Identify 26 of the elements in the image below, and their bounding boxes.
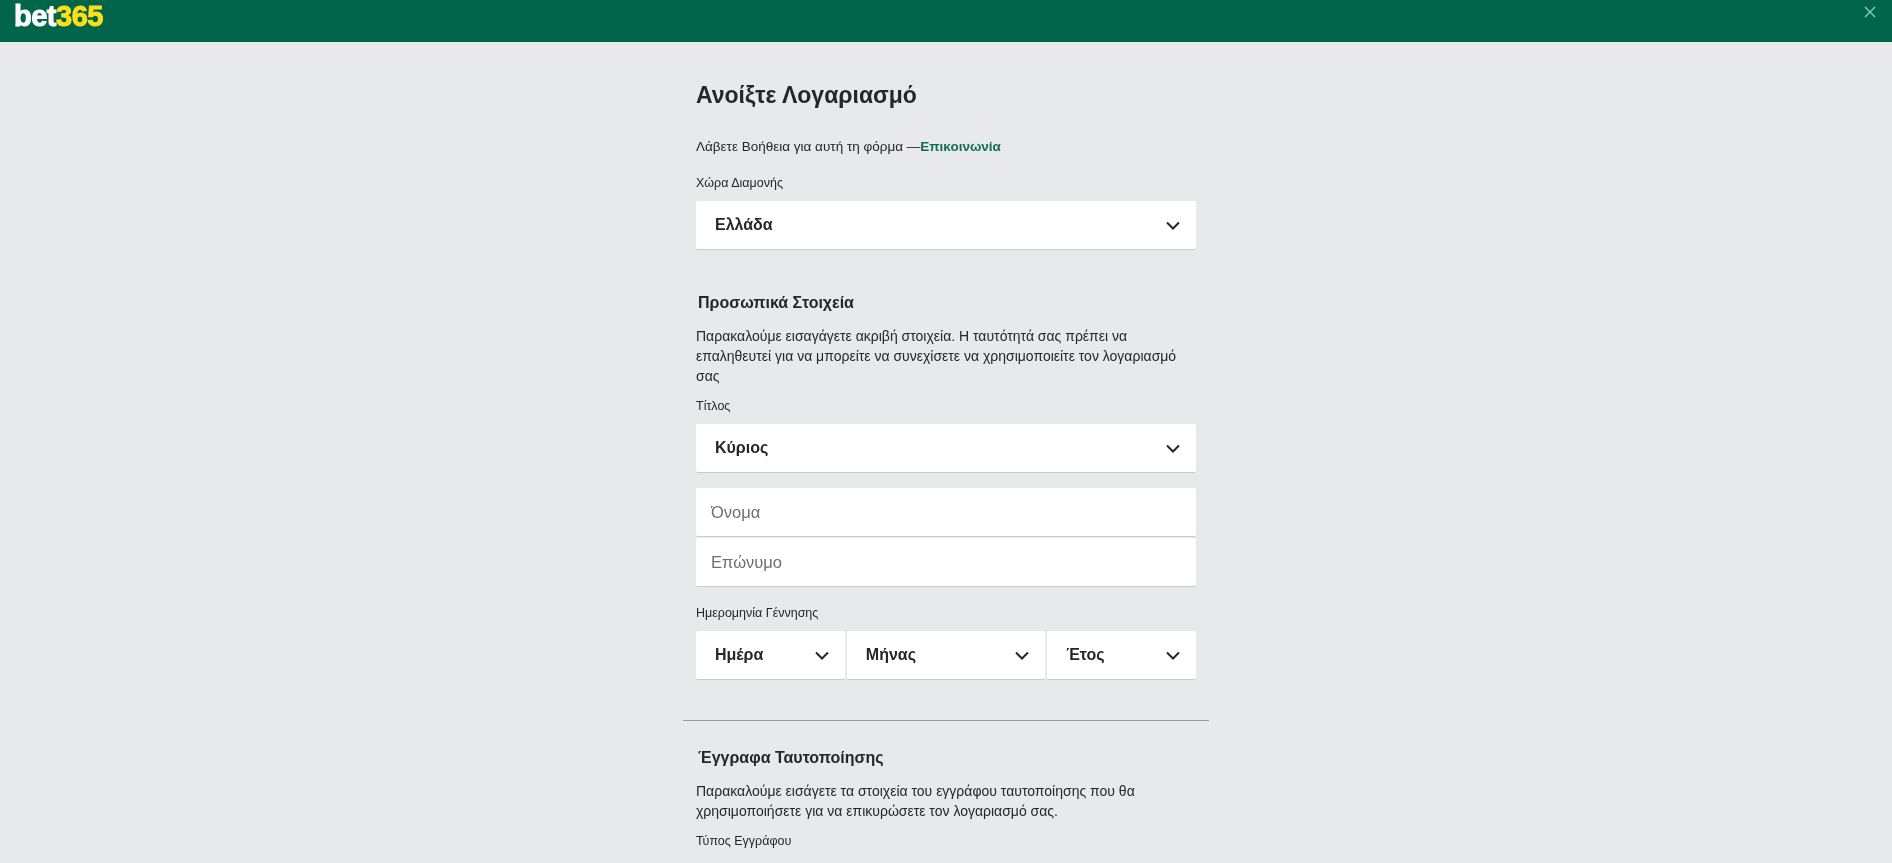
close-button[interactable] [1862,4,1878,20]
chevron-down-icon [814,650,829,660]
section-description: Παρακαλούμε εισάγετε τα στοιχεία του εγγράφου ταυτοποίησης που θα χρησιμοποιήσετε για να επικυρώσετε τον λογαριασμό σας. [696,782,1136,821]
close-icon [1862,4,1878,20]
contact-link[interactable]: Επικοινωνία [920,139,1001,154]
text-input-field[interactable]: Επώνυμο [696,538,1196,587]
chevron-down-icon [1166,650,1180,660]
text-input-field[interactable]: Όνομα [696,488,1196,537]
dropdown-select[interactable]: Ημέρα [696,631,845,680]
field-label: Χώρα Διαμονής [696,176,784,190]
page-title: Ανοίξτε Λογαριασμό [696,82,918,109]
help-text: Λάβετε Βοήθεια για αυτή τη φόρμα —Επικοινωνία [696,139,1002,154]
chevron-down-icon [1166,220,1180,230]
dropdown-select[interactable]: Έτος [1047,631,1196,680]
dropdown-select[interactable]: Μήνας [846,631,1046,680]
section-heading: Προσωπικά Στοιχεία [697,294,855,312]
field-label: Τύπος Εγγράφου [696,834,793,848]
field-label: Τίτλος [696,399,732,413]
section-heading: Έγγραφα Ταυτοποίησης [697,749,885,767]
field-label: Ημερομηνία Γέννησης [696,606,820,620]
section-description: Παρακαλούμε εισαγάγετε ακριβή στοιχεία. Η ταυτότητά σας πρέπει να επαληθευτεί για να μπορείτε να συνεχίσετε να χρησιμοποιείτε τον λογαριασμό σας [696,327,1178,386]
dropdown-select[interactable]: Ελλάδα [696,201,1196,250]
chevron-down-icon [1015,650,1030,660]
chevron-down-icon [1166,443,1180,453]
dropdown-select[interactable]: Κύριος [696,424,1196,473]
brand-logo: bet365 [14,1,103,31]
